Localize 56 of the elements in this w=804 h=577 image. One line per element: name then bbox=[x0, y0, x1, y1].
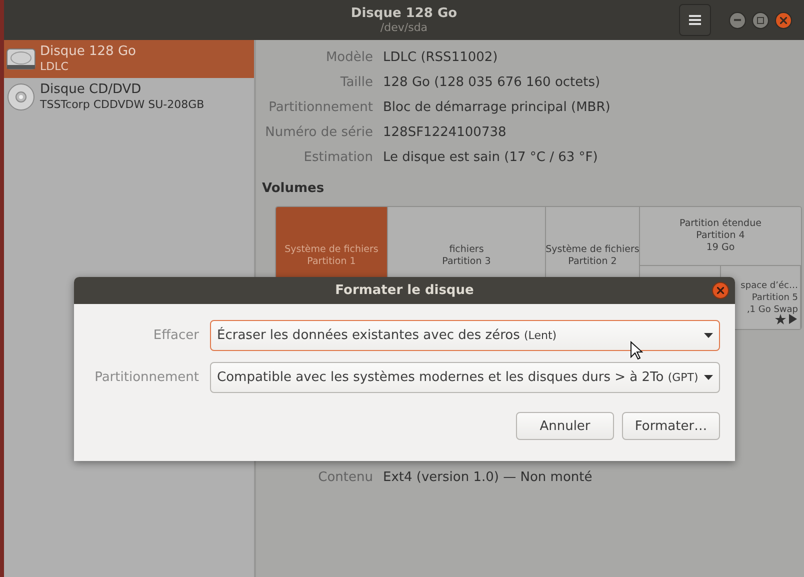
maximize-icon bbox=[757, 16, 764, 24]
play-icon bbox=[789, 314, 797, 324]
dialog-button[interactable]: Annuler bbox=[516, 412, 614, 440]
field-label: Estimation bbox=[302, 149, 373, 167]
partition-label: Partition étendue bbox=[680, 218, 762, 230]
field-value: 128 Go (128 035 676 160 octets) bbox=[383, 74, 602, 92]
menu-button[interactable] bbox=[679, 4, 711, 36]
field-value: Ext4 (version 1.0) — Non monté bbox=[383, 469, 594, 487]
sidebar-item[interactable]: Disque CD/DVD TSSTcorp CDDVDW SU-208GB bbox=[4, 78, 254, 116]
partition-label: 19 Go bbox=[706, 242, 735, 254]
field-label: Numéro de série bbox=[264, 124, 373, 142]
caret-icon bbox=[704, 333, 713, 338]
partition-label: Partition 3 bbox=[442, 256, 491, 268]
minimize-icon bbox=[734, 19, 741, 21]
caret-icon bbox=[704, 375, 713, 380]
close-icon bbox=[780, 16, 787, 24]
partition-label: fichiers bbox=[449, 244, 484, 256]
hard-drive-icon bbox=[6, 47, 36, 71]
close-button[interactable] bbox=[775, 12, 792, 28]
device-name: Disque CD/DVD bbox=[40, 82, 142, 98]
close-icon bbox=[717, 287, 724, 294]
maximize-button[interactable] bbox=[752, 12, 769, 28]
partition-label: Partition 2 bbox=[568, 256, 617, 268]
partition-label: Partition 1 bbox=[307, 256, 356, 268]
dialog-button[interactable]: Formater… bbox=[622, 412, 720, 440]
field-label: Partitionnement bbox=[268, 99, 373, 117]
partition-label: ‚1 Go Swap bbox=[746, 304, 798, 316]
partition-label: space d’éc… bbox=[740, 280, 798, 292]
field-label: Effacer bbox=[152, 328, 199, 343]
partition-label: Partition 5 bbox=[752, 292, 798, 304]
partition-label: Partition 4 bbox=[696, 230, 745, 242]
window-title: Disque 128 Go bbox=[350, 6, 458, 21]
minimize-button[interactable] bbox=[729, 12, 746, 28]
sidebar-item[interactable]: Disque 128 Go LDLC bbox=[4, 40, 254, 78]
close-button[interactable] bbox=[712, 282, 729, 299]
field-label: Modèle bbox=[324, 49, 373, 67]
section-heading: Volumes bbox=[262, 181, 326, 196]
partition-label: Système de fichiers bbox=[284, 244, 378, 256]
device-detail: LDLC bbox=[40, 60, 70, 74]
field-value: LDLC (RSS11002) bbox=[383, 49, 499, 67]
field-label: Partitionnement bbox=[94, 370, 199, 385]
field-label: Contenu bbox=[317, 469, 373, 487]
mouse-pointer-icon bbox=[630, 341, 643, 360]
window-subtitle: /dev/sda bbox=[380, 21, 428, 34]
field-value: Bloc de démarrage principal (MBR) bbox=[383, 99, 612, 117]
field-label: Taille bbox=[339, 74, 373, 92]
device-detail: TSSTcorp CDDVDW SU-208GB bbox=[40, 98, 204, 112]
device-name: Disque 128 Go bbox=[40, 44, 136, 60]
menu-icon bbox=[689, 15, 701, 25]
dropdown[interactable]: Écraser les données existantes avec des zéros (Lent) bbox=[210, 320, 720, 351]
partition-block[interactable]: Partition étendue Partition 4 19 Go bbox=[640, 207, 801, 266]
field-value: Le disque est sain (17 °C / 63 °F) bbox=[383, 149, 599, 167]
partition-label: Système de fichiers bbox=[546, 244, 639, 256]
star-icon bbox=[775, 314, 786, 325]
field-value: 128SF1224100738 bbox=[383, 124, 508, 142]
dropdown[interactable]: Compatible avec les systèmes modernes et les disques durs > à 2To (GPT) bbox=[210, 362, 720, 393]
